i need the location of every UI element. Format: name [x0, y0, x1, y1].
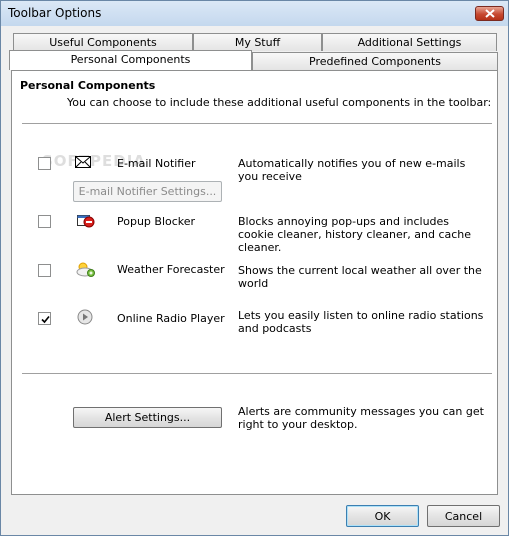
tab-my-stuff[interactable]: My Stuff — [193, 33, 322, 51]
title-bar: Toolbar Options — [1, 1, 508, 26]
cancel-button[interactable]: Cancel — [427, 505, 500, 527]
alerts-description: Alerts are community messages you can ge… — [238, 405, 484, 431]
alert-settings-button[interactable]: Alert Settings... — [73, 407, 222, 428]
group-title: Personal Components — [20, 79, 156, 92]
tab-personal-components[interactable]: Personal Components — [9, 50, 252, 70]
email-notifier-settings-button[interactable]: E-mail Notifier Settings... — [73, 181, 222, 202]
tab-additional-settings[interactable]: Additional Settings — [322, 33, 497, 51]
window-title: Toolbar Options — [8, 6, 102, 20]
separator-bottom — [22, 373, 492, 375]
envelope-icon — [74, 154, 94, 170]
weather-forecaster-description: Shows the current local weather all over… — [238, 264, 482, 290]
separator-top — [22, 123, 492, 125]
personal-components-panel: Personal Components You can choose to in… — [11, 70, 498, 495]
close-button[interactable] — [475, 6, 504, 21]
online-radio-player-label: Online Radio Player — [117, 312, 225, 325]
toolbar-options-dialog: Toolbar Options Useful Components My Stu… — [0, 0, 509, 536]
online-radio-player-description: Lets you easily listen to online radio s… — [238, 309, 484, 335]
weather-forecaster-label: Weather Forecaster — [117, 263, 225, 276]
popup-blocker-description: Blocks annoying pop-ups and includes coo… — [238, 215, 472, 254]
email-notifier-description: Automatically notifies you of new e-mail… — [238, 157, 466, 183]
weather-forecaster-checkbox[interactable] — [38, 264, 51, 277]
close-icon — [484, 9, 495, 18]
group-description: You can choose to include these addition… — [67, 96, 492, 109]
checkmark-icon — [41, 315, 50, 324]
radio-play-icon — [76, 308, 96, 325]
popup-blocker-label: Popup Blocker — [117, 215, 196, 228]
email-notifier-checkbox[interactable] — [38, 157, 51, 170]
popup-blocker-checkbox[interactable] — [38, 215, 51, 228]
popup-blocker-icon — [76, 213, 96, 229]
email-notifier-label: E-mail Notifier — [117, 157, 196, 170]
weather-icon — [74, 260, 95, 277]
ok-button[interactable]: OK — [346, 505, 419, 527]
online-radio-player-checkbox[interactable] — [38, 312, 51, 325]
tab-predefined-components[interactable]: Predefined Components — [252, 52, 498, 70]
tab-useful-components[interactable]: Useful Components — [13, 33, 193, 51]
